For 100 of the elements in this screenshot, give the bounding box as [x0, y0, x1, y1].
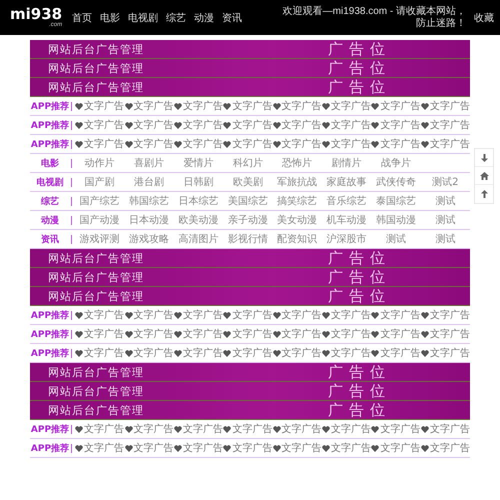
- category-link[interactable]: 沪深股市: [322, 232, 372, 246]
- ad-link[interactable]: 文字广告: [371, 346, 421, 360]
- category-link[interactable]: 韩国动漫: [371, 213, 421, 227]
- category-link[interactable]: 亲子动漫: [223, 213, 272, 227]
- category-link[interactable]: 军旅抗战: [272, 175, 322, 189]
- category-link[interactable]: 测试2: [420, 175, 470, 189]
- ad-link[interactable]: 文字广告: [124, 441, 174, 455]
- category-link[interactable]: 国产动漫: [75, 213, 124, 227]
- ad-link[interactable]: 文字广告: [75, 308, 124, 322]
- ad-link[interactable]: 文字广告: [420, 99, 470, 113]
- category-link[interactable]: 测试: [420, 194, 470, 208]
- ad-link[interactable]: 文字广告: [322, 422, 372, 436]
- category-link[interactable]: 剧情片: [322, 156, 372, 170]
- ad-link[interactable]: 文字广告: [371, 422, 421, 436]
- ad-link[interactable]: 文字广告: [223, 422, 272, 436]
- category-link[interactable]: 测试: [420, 232, 470, 246]
- ad-banner[interactable]: 网站后台广告管理 广告位: [30, 268, 470, 287]
- category-label[interactable]: 动漫: [30, 214, 70, 226]
- category-link[interactable]: 家庭故事: [322, 175, 372, 189]
- category-link[interactable]: 国产剧: [75, 175, 124, 189]
- ad-link[interactable]: 文字广告: [75, 137, 124, 151]
- ad-banner[interactable]: 网站后台广告管理 广告位: [30, 401, 470, 420]
- bookmark-link[interactable]: 收藏: [474, 10, 494, 24]
- site-logo[interactable]: mi938: [10, 7, 62, 22]
- ad-link[interactable]: 文字广告: [272, 118, 322, 132]
- ad-link[interactable]: 文字广告: [124, 137, 174, 151]
- category-link[interactable]: 动作片: [75, 156, 124, 170]
- ad-link[interactable]: 文字广告: [371, 99, 421, 113]
- nav-link[interactable]: 综艺: [166, 10, 186, 24]
- ad-link[interactable]: 文字广告: [124, 99, 174, 113]
- ad-link[interactable]: 文字广告: [223, 346, 272, 360]
- nav-link[interactable]: 首页: [72, 10, 92, 24]
- ad-link[interactable]: 文字广告: [75, 99, 124, 113]
- ad-link[interactable]: 文字广告: [272, 441, 322, 455]
- category-link[interactable]: 喜剧片: [124, 156, 174, 170]
- ad-link[interactable]: 文字广告: [371, 118, 421, 132]
- ad-link[interactable]: 文字广告: [272, 422, 322, 436]
- ad-link[interactable]: 文字广告: [322, 137, 372, 151]
- ad-link[interactable]: 文字广告: [174, 118, 224, 132]
- category-link[interactable]: 战争片: [371, 156, 421, 170]
- ad-link[interactable]: 文字广告: [272, 346, 322, 360]
- category-link[interactable]: 机车动漫: [322, 213, 372, 227]
- category-link[interactable]: 泰国综艺: [371, 194, 421, 208]
- ad-banner[interactable]: 网站后台广告管理 广告位: [30, 249, 470, 268]
- category-label[interactable]: 电影: [30, 156, 70, 170]
- ad-link[interactable]: 文字广告: [75, 346, 124, 360]
- category-link[interactable]: 高清图片: [174, 232, 224, 246]
- ad-link[interactable]: 文字广告: [420, 422, 470, 436]
- category-label[interactable]: 电视剧: [30, 176, 70, 188]
- nav-link[interactable]: 动漫: [194, 10, 214, 24]
- category-label[interactable]: 资讯: [30, 232, 70, 246]
- ad-link[interactable]: 文字广告: [174, 346, 224, 360]
- ad-link[interactable]: 文字广告: [322, 99, 372, 113]
- ad-link[interactable]: 文字广告: [174, 441, 224, 455]
- ad-link[interactable]: 文字广告: [272, 137, 322, 151]
- category-link[interactable]: 搞笑综艺: [272, 194, 322, 208]
- ad-link[interactable]: 文字广告: [420, 441, 470, 455]
- category-link[interactable]: 日本动漫: [124, 213, 174, 227]
- ad-link[interactable]: 文字广告: [322, 441, 372, 455]
- ad-link[interactable]: 文字广告: [322, 308, 372, 322]
- ad-link[interactable]: 文字广告: [223, 118, 272, 132]
- ad-link[interactable]: 文字广告: [371, 441, 421, 455]
- category-link[interactable]: 日韩剧: [174, 175, 224, 189]
- ad-banner[interactable]: 网站后台广告管理 广告位: [30, 78, 470, 97]
- category-link[interactable]: 影视行情: [223, 232, 272, 246]
- ad-link[interactable]: 文字广告: [272, 327, 322, 341]
- ad-link[interactable]: 文字广告: [174, 327, 224, 341]
- ad-link[interactable]: 文字广告: [223, 99, 272, 113]
- ad-link[interactable]: 文字广告: [420, 327, 470, 341]
- nav-link[interactable]: 电影: [100, 10, 120, 24]
- category-label[interactable]: 综艺: [30, 194, 70, 208]
- nav-link[interactable]: 资讯: [222, 10, 242, 24]
- category-link[interactable]: 测试: [420, 213, 470, 227]
- category-link[interactable]: 配资知识: [272, 232, 322, 246]
- ad-link[interactable]: 文字广告: [174, 137, 224, 151]
- category-link[interactable]: 韩国综艺: [124, 194, 174, 208]
- ad-link[interactable]: 文字广告: [223, 308, 272, 322]
- ad-banner[interactable]: 网站后台广告管理 广告位: [30, 363, 470, 382]
- ad-link[interactable]: 文字广告: [322, 327, 372, 341]
- category-link[interactable]: 游戏评测: [75, 232, 124, 246]
- category-link[interactable]: 科幻片: [223, 156, 272, 170]
- ad-link[interactable]: 文字广告: [272, 308, 322, 322]
- ad-link[interactable]: 文字广告: [124, 346, 174, 360]
- category-link[interactable]: 国产综艺: [75, 194, 124, 208]
- category-link[interactable]: 美女动漫: [272, 213, 322, 227]
- category-link[interactable]: 测试: [371, 232, 421, 246]
- category-link[interactable]: 爱情片: [174, 156, 224, 170]
- ad-link[interactable]: 文字广告: [124, 422, 174, 436]
- ad-link[interactable]: 文字广告: [75, 422, 124, 436]
- category-link[interactable]: 港台剧: [124, 175, 174, 189]
- ad-link[interactable]: 文字广告: [75, 118, 124, 132]
- ad-link[interactable]: 文字广告: [174, 422, 224, 436]
- ad-link[interactable]: 文字广告: [75, 441, 124, 455]
- category-link[interactable]: 武侠传奇: [371, 175, 421, 189]
- ad-banner[interactable]: 网站后台广告管理 广告位: [30, 59, 470, 78]
- ad-link[interactable]: 文字广告: [124, 308, 174, 322]
- ad-link[interactable]: 文字广告: [174, 308, 224, 322]
- ad-link[interactable]: 文字广告: [420, 137, 470, 151]
- nav-link[interactable]: 电视剧: [128, 10, 158, 24]
- ad-banner[interactable]: 网站后台广告管理 广告位: [30, 382, 470, 401]
